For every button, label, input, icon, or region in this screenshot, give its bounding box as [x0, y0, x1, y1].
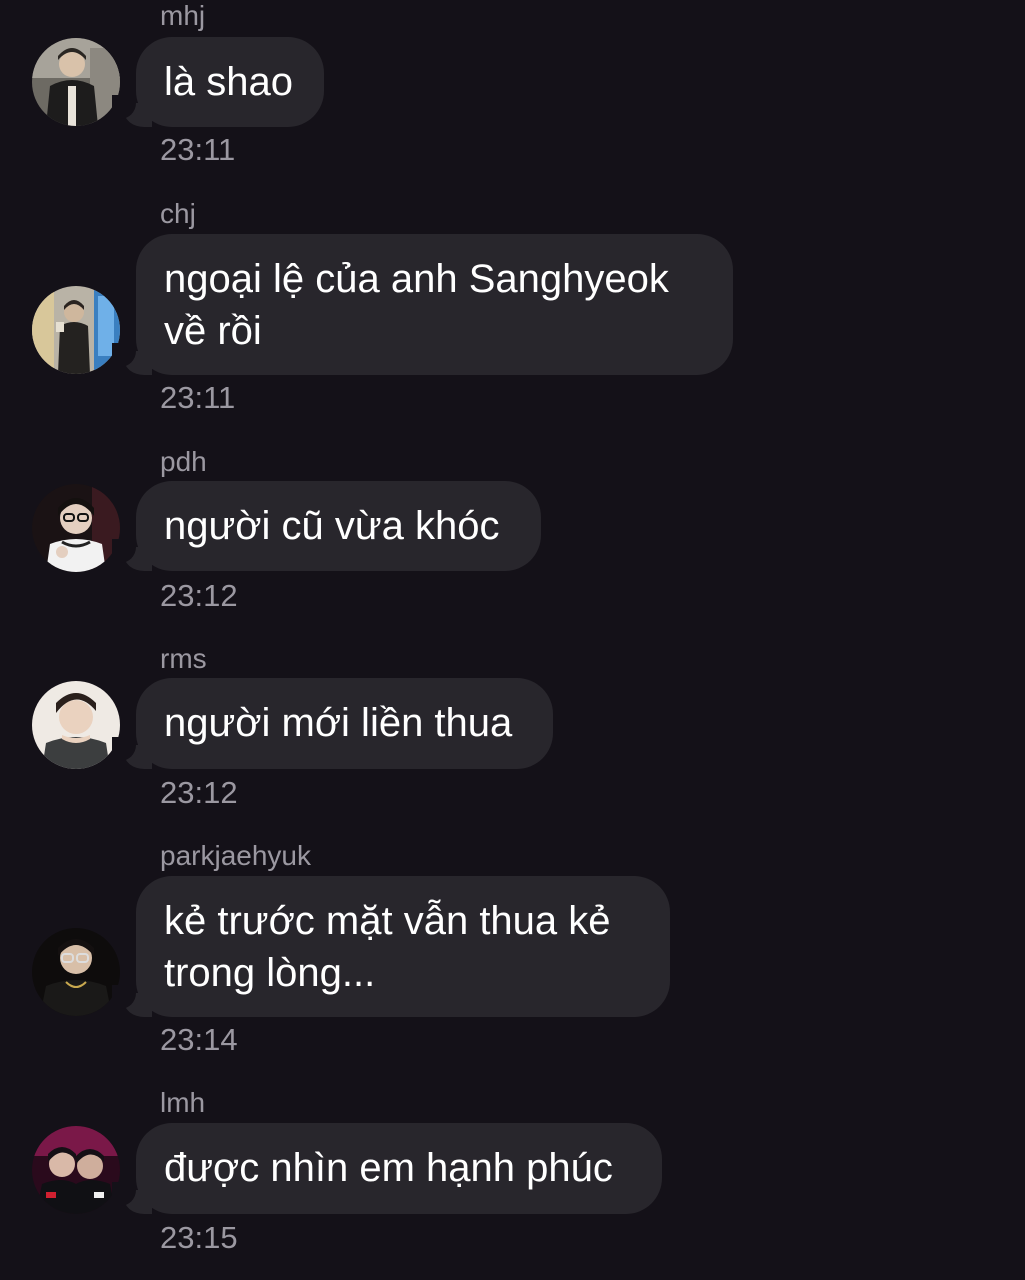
avatar-photo-icon — [32, 928, 120, 1016]
bubble-tail — [112, 985, 152, 1017]
bubble-tail — [112, 1182, 152, 1214]
sender-name[interactable]: parkjaehyuk — [160, 840, 311, 872]
message-timestamp: 23:12 — [160, 775, 238, 810]
message-bubble[interactable]: là shao — [136, 37, 324, 127]
avatar-photo-icon — [32, 38, 120, 126]
avatar-photo-icon — [32, 484, 120, 572]
avatar[interactable] — [32, 928, 120, 1016]
message-bubble[interactable]: ngoại lệ của anh Sanghyeok về rồi — [136, 234, 733, 375]
bubble-tail — [112, 343, 152, 375]
avatar-photo-icon — [32, 1126, 120, 1214]
avatar[interactable] — [32, 484, 120, 572]
message-timestamp: 23:11 — [160, 380, 236, 415]
bubble-tail — [112, 539, 152, 571]
message-timestamp: 23:14 — [160, 1022, 238, 1057]
bubble-tail — [112, 737, 152, 769]
message-bubble[interactable]: người cũ vừa khóc — [136, 481, 541, 571]
sender-name[interactable]: mhj — [160, 0, 205, 32]
message-timestamp: 23:15 — [160, 1220, 238, 1255]
avatar[interactable] — [32, 38, 120, 126]
message-bubble[interactable]: người mới liền thua — [136, 678, 553, 769]
avatar[interactable] — [32, 681, 120, 769]
message-timestamp: 23:12 — [160, 578, 238, 613]
message-timestamp: 23:11 — [160, 132, 236, 167]
sender-name[interactable]: chj — [160, 198, 196, 230]
chat-message-list[interactable]: mhj là shao 23:11 chj ngoại lệ của anh S… — [0, 0, 1025, 1280]
sender-name[interactable]: pdh — [160, 446, 207, 478]
sender-name[interactable]: rms — [160, 643, 207, 675]
message-bubble[interactable]: được nhìn em hạnh phúc — [136, 1123, 662, 1214]
avatar-photo-icon — [32, 286, 120, 374]
bubble-tail — [112, 95, 152, 127]
avatar-photo-icon — [32, 681, 120, 769]
avatar[interactable] — [32, 286, 120, 374]
message-bubble[interactable]: kẻ trước mặt vẫn thua kẻ trong lòng... — [136, 876, 670, 1017]
avatar[interactable] — [32, 1126, 120, 1214]
sender-name[interactable]: lmh — [160, 1087, 205, 1119]
